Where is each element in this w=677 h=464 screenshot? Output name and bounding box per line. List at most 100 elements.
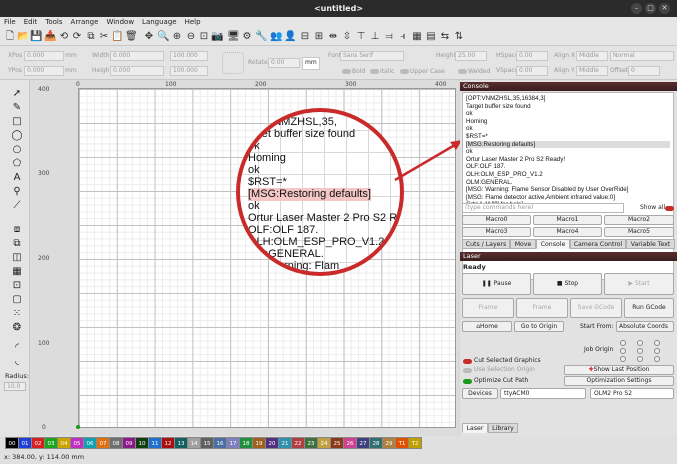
round-corner-icon[interactable]: ◟	[11, 356, 23, 368]
ypos-input[interactable]: 0.000	[24, 66, 64, 76]
color-swatch-19[interactable]: 19	[252, 437, 266, 449]
import-icon[interactable]: 📥	[44, 31, 56, 43]
users-icon[interactable]: 👥	[270, 31, 282, 43]
origin-dot-mc[interactable]	[637, 348, 643, 354]
gear-icon[interactable]: ⚙	[241, 31, 253, 43]
use-selection-origin-toggle[interactable]	[463, 368, 472, 373]
anchor-grid-icon[interactable]	[222, 52, 244, 74]
user-icon[interactable]: 👤	[284, 31, 296, 43]
color-swatch-01[interactable]: 01	[18, 437, 32, 449]
paste-icon[interactable]: 📋	[111, 31, 123, 43]
welded-toggle[interactable]	[458, 69, 467, 74]
origin-dot-br[interactable]	[654, 356, 660, 362]
weld-icon[interactable]: ⧉	[11, 238, 23, 250]
font-select[interactable]: Sans Serif	[340, 51, 404, 61]
select-icon[interactable]: ➚	[11, 88, 23, 100]
command-input[interactable]: (type commands here)	[462, 203, 624, 213]
maximize-icon[interactable]: □	[645, 3, 656, 14]
tools-icon[interactable]: 🔧	[255, 31, 267, 43]
tab-console[interactable]: Console	[536, 239, 570, 249]
color-swatch-13[interactable]: 13	[174, 437, 188, 449]
color-swatch-25[interactable]: 25	[330, 437, 344, 449]
zoom-in-icon[interactable]: ⊕	[171, 31, 183, 43]
macro2-button[interactable]: Macro2	[604, 215, 674, 225]
cut-icon[interactable]: ✂	[98, 31, 110, 43]
tab-library[interactable]: Library	[488, 423, 518, 433]
text-mode-select[interactable]: Normal	[610, 51, 674, 61]
break-apart-icon[interactable]: ⊡	[11, 280, 23, 292]
menu-language[interactable]: Language	[138, 17, 181, 28]
color-swatch-22[interactable]: 22	[291, 437, 305, 449]
flip-icon[interactable]: ⇆	[439, 31, 451, 43]
width-percent[interactable]: 100.000	[170, 51, 208, 61]
minimize-icon[interactable]: –	[631, 3, 642, 14]
color-swatch-00[interactable]: 00	[5, 437, 19, 449]
menu-tools[interactable]: Tools	[41, 17, 66, 28]
position-icon[interactable]: ⚲	[11, 186, 23, 198]
zoom-out-icon[interactable]: ⊖	[185, 31, 197, 43]
stop-button[interactable]: ■ Stop	[533, 273, 602, 295]
zoom-page-icon[interactable]: ⊡	[198, 31, 210, 43]
origin-dot-tc[interactable]	[637, 340, 643, 346]
grid-array-icon[interactable]: ⁙	[11, 308, 23, 320]
rectangle-icon[interactable]: □	[11, 116, 23, 128]
home-button[interactable]: ⌂Home	[462, 321, 512, 332]
group-icon[interactable]: ▦	[411, 31, 423, 43]
color-swatch-04[interactable]: 04	[57, 437, 71, 449]
color-swatch-08[interactable]: 08	[109, 437, 123, 449]
menu-window[interactable]: Window	[102, 17, 138, 28]
text-height-input[interactable]: 25.00	[455, 51, 487, 61]
origin-dot-ml[interactable]	[620, 348, 626, 354]
new-file-icon[interactable]: 🗋	[4, 31, 16, 43]
origin-dot-tl[interactable]	[620, 340, 626, 346]
color-swatch-11[interactable]: 11	[148, 437, 162, 449]
italic-toggle[interactable]	[370, 69, 379, 74]
color-swatch-18[interactable]: 18	[239, 437, 253, 449]
color-swatch-27[interactable]: 27	[356, 437, 370, 449]
optimization-settings-button[interactable]: Optimization Settings	[564, 376, 674, 386]
ungroup-icon[interactable]: ▤	[425, 31, 437, 43]
show-all-toggle[interactable]	[665, 206, 674, 211]
device-select[interactable]: OLM2 Pro S2	[590, 388, 674, 399]
color-swatch-07[interactable]: 07	[96, 437, 110, 449]
xpos-input[interactable]: 0.000	[24, 51, 64, 61]
color-swatch-26[interactable]: 26	[343, 437, 357, 449]
vspace-input[interactable]: 0.00	[516, 66, 548, 76]
color-swatch-20[interactable]: 20	[265, 437, 279, 449]
origin-dot-tr[interactable]	[654, 340, 660, 346]
open-folder-icon[interactable]: 📂	[17, 31, 29, 43]
redo-icon[interactable]: ⟳	[71, 31, 83, 43]
offset-icon[interactable]: ⧈	[11, 224, 23, 236]
copy-icon[interactable]: ⧉	[85, 31, 97, 43]
color-swatch-T1[interactable]: T1	[395, 437, 409, 449]
color-swatch-16[interactable]: 16	[213, 437, 227, 449]
color-swatch-T2[interactable]: T2	[408, 437, 422, 449]
edit-nodes-icon[interactable]: ✎	[11, 102, 23, 114]
show-last-position-button[interactable]: ✚Show Last Position	[564, 365, 674, 375]
align-mid-icon[interactable]: ⫣	[397, 31, 409, 43]
color-swatch-23[interactable]: 23	[304, 437, 318, 449]
tab-variable-text[interactable]: Variable Text	[626, 239, 675, 249]
macro1-button[interactable]: Macro1	[533, 215, 602, 225]
width-input[interactable]: 0.000	[110, 51, 164, 61]
run-gcode-button[interactable]: Run GCode	[624, 298, 674, 318]
color-swatch-06[interactable]: 06	[83, 437, 97, 449]
macro3-button[interactable]: Macro3	[462, 227, 531, 237]
align-left-icon[interactable]: ⊟	[299, 31, 311, 43]
ellipse-icon[interactable]: ◯	[11, 130, 23, 142]
go-to-origin-button[interactable]: Go to Origin	[514, 321, 564, 332]
macro4-button[interactable]: Macro4	[533, 227, 602, 237]
menu-file[interactable]: File	[0, 17, 20, 28]
circle-icon[interactable]: ○	[11, 144, 23, 156]
aligny-select[interactable]: Middle	[576, 66, 608, 76]
origin-dot-mr[interactable]	[654, 348, 660, 354]
tab-cuts-layers[interactable]: Cuts / Layers	[462, 239, 510, 249]
array-icon[interactable]: ▦	[11, 266, 23, 278]
color-swatch-28[interactable]: 28	[369, 437, 383, 449]
optimize-cut-toggle[interactable]	[463, 379, 472, 384]
cut-selected-toggle[interactable]	[463, 359, 472, 364]
menu-edit[interactable]: Edit	[20, 17, 42, 28]
circular-array-icon[interactable]: ❂	[11, 322, 23, 334]
color-swatch-10[interactable]: 10	[135, 437, 149, 449]
menu-arrange[interactable]: Arrange	[67, 17, 103, 28]
